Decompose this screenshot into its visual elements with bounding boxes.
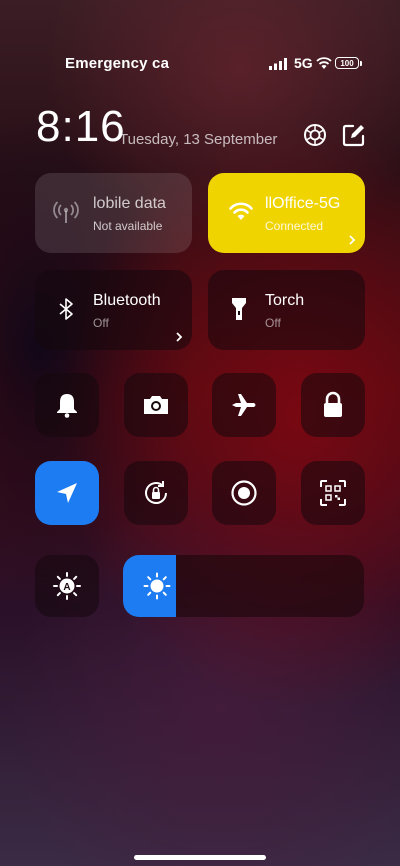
carrier-text: Emergency ca [65,55,170,72]
location-icon [57,483,77,503]
bluetooth-icon [59,298,73,320]
torch-icon [232,298,246,320]
home-indicator[interactable] [134,855,266,860]
airplane-toggle[interactable] [212,373,276,437]
wifi-icon [229,202,253,220]
mobile-data-status: Not available [93,219,163,233]
chevron-right-icon[interactable] [347,235,357,245]
airplane-icon [232,394,256,416]
bluetooth-label: Bluetooth [93,292,161,309]
antenna-icon [53,201,79,223]
screen-record-icon [231,480,257,506]
qr-scan-icon [320,480,346,506]
bluetooth-tile[interactable]: Bluetooth Off [35,270,192,350]
brightness-slider[interactable] [123,555,364,617]
date: Tuesday, 13 September [119,131,278,148]
lock-toggle[interactable] [301,373,365,437]
edit-icon[interactable] [341,122,367,148]
location-toggle[interactable] [35,461,99,525]
network-type: 5G [294,55,313,71]
camera-icon [144,396,168,414]
torch-tile[interactable]: Torch Off [208,270,365,350]
auto-brightness-toggle[interactable]: A [35,555,99,617]
screenshot-toggle[interactable] [124,373,188,437]
svg-text:A: A [63,582,70,593]
status-bar: Emergency ca 5G 100 [0,52,400,76]
wifi-status: Connected [265,219,324,233]
lock-icon [324,391,342,417]
bell-icon [57,394,77,418]
bluetooth-status: Off [93,316,109,330]
rotation-lock-icon [145,481,167,504]
sun-icon [143,572,171,600]
rotation-lock-toggle[interactable] [124,461,188,525]
wifi-network-name: llOffice-5G [265,195,341,212]
battery-indicator: 100 [335,57,362,69]
chevron-right-icon[interactable] [174,332,184,342]
wifi-tile[interactable]: llOffice-5G Connected [208,173,365,253]
mobile-data-label: lobile data [93,195,166,212]
torch-label: Torch [265,292,305,309]
signal-icon [269,58,287,70]
auto-brightness-icon: A [53,572,81,600]
ring-toggle[interactable] [35,373,99,437]
torch-status: Off [265,316,281,330]
qr-scan-toggle[interactable] [301,461,365,525]
screen-record-toggle[interactable] [212,461,276,525]
settings-icon[interactable] [302,122,328,148]
clock: 8:16 [36,102,126,151]
mobile-data-tile[interactable]: lobile data Not available [35,173,192,253]
wifi-status-icon [316,57,332,69]
